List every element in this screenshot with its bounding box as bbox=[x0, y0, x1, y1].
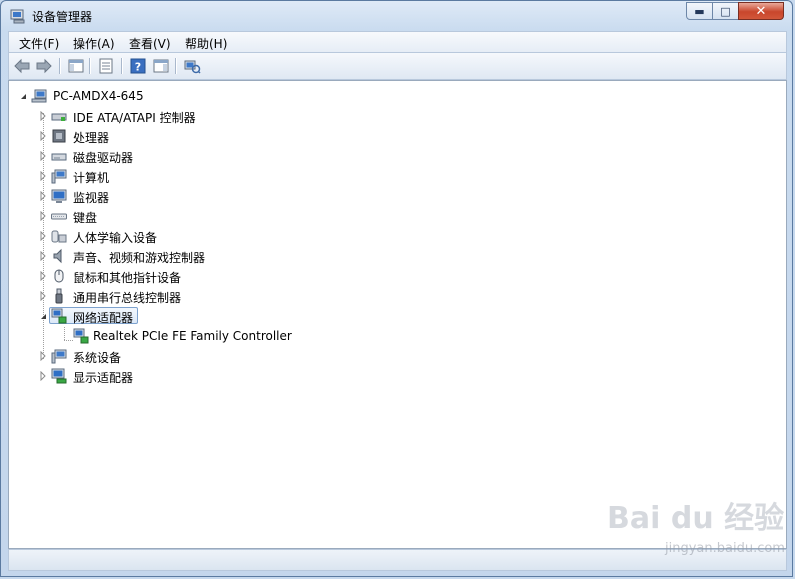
collapse-triangle-icon[interactable] bbox=[39, 311, 47, 321]
toolbar-separator bbox=[175, 58, 177, 74]
device-tree-pane[interactable]: PC-AMDX4-645 IDE ATA/ATAPI 控制器 处理器 磁盘驱动器… bbox=[8, 80, 787, 549]
forward-arrow-icon[interactable] bbox=[35, 57, 53, 75]
tree-node-mouse[interactable]: 鼠标和其他指针设备 bbox=[37, 267, 257, 285]
expand-triangle-icon[interactable] bbox=[39, 271, 47, 281]
title-bar[interactable]: 设备管理器 ▬ □ ✕ bbox=[1, 1, 792, 31]
usb-icon bbox=[55, 288, 63, 304]
tree-node-label: 网络适配器 bbox=[73, 311, 134, 325]
tree-node-label: 系统设备 bbox=[73, 351, 122, 365]
tree-node-label: 监视器 bbox=[73, 191, 110, 205]
svg-text:?: ? bbox=[135, 61, 141, 74]
expand-triangle-icon[interactable] bbox=[39, 251, 47, 261]
baidu-watermark-url: jingyan.baidu.com bbox=[665, 541, 785, 556]
tree-node-label: 处理器 bbox=[73, 131, 110, 145]
tree-root-node[interactable]: PC-AMDX4-645 bbox=[17, 87, 217, 105]
expand-triangle-icon[interactable] bbox=[39, 351, 47, 361]
tree-node-label: 通用串行总线控制器 bbox=[73, 291, 182, 305]
ide-controller-icon bbox=[51, 113, 67, 121]
tree-node-hid[interactable]: 人体学输入设备 bbox=[37, 227, 237, 245]
mouse-icon bbox=[54, 269, 64, 283]
network-adapter-icon bbox=[51, 308, 67, 324]
close-button[interactable]: ✕ bbox=[738, 2, 784, 20]
tree-node-disk-drive[interactable]: 磁盘驱动器 bbox=[37, 147, 237, 165]
expand-triangle-icon[interactable] bbox=[39, 291, 47, 301]
properties-icon[interactable] bbox=[97, 57, 115, 75]
menu-file[interactable]: 文件(F) bbox=[19, 35, 59, 52]
tree-node-label: 计算机 bbox=[73, 171, 110, 185]
tree-node-network-adapter[interactable]: 网络适配器 bbox=[37, 307, 157, 325]
menu-action[interactable]: 操作(A) bbox=[73, 35, 115, 52]
toolbar: ? bbox=[8, 53, 787, 80]
maximize-button[interactable]: □ bbox=[712, 2, 739, 20]
tree-guide-line bbox=[64, 340, 73, 341]
collapse-triangle-icon[interactable] bbox=[19, 91, 27, 101]
tree-node-label: 人体学输入设备 bbox=[73, 231, 158, 245]
processor-icon bbox=[52, 129, 66, 143]
speaker-icon bbox=[53, 248, 62, 264]
tree-node-label: IDE ATA/ATAPI 控制器 bbox=[73, 111, 196, 125]
minimize-button[interactable]: ▬ bbox=[686, 2, 713, 20]
tree-node-label: 键盘 bbox=[73, 211, 98, 225]
device-manager-app-icon bbox=[10, 9, 25, 24]
expand-triangle-icon[interactable] bbox=[39, 211, 47, 221]
hid-icon bbox=[51, 230, 67, 243]
tree-node-label: 显示适配器 bbox=[73, 371, 134, 385]
tree-node-processor[interactable]: 处理器 bbox=[37, 127, 237, 145]
system-device-icon bbox=[51, 349, 67, 364]
tree-node-label: 鼠标和其他指针设备 bbox=[73, 271, 182, 285]
network-adapter-icon bbox=[73, 328, 89, 344]
tree-node-ide-controller[interactable]: IDE ATA/ATAPI 控制器 bbox=[37, 107, 277, 125]
toolbar-separator bbox=[59, 58, 61, 74]
menu-help[interactable]: 帮助(H) bbox=[185, 35, 227, 52]
tree-node-label: 磁盘驱动器 bbox=[73, 151, 134, 165]
tree-node-sound-video-game[interactable]: 声音、视频和游戏控制器 bbox=[37, 247, 257, 265]
tree-node-keyboard[interactable]: 键盘 bbox=[37, 207, 237, 225]
help-icon[interactable]: ? bbox=[129, 57, 147, 75]
keyboard-icon bbox=[51, 213, 67, 220]
expand-triangle-icon[interactable] bbox=[39, 231, 47, 241]
tree-node-realtek-controller[interactable]: Realtek PCIe FE Family Controller bbox=[73, 327, 333, 345]
monitor-icon bbox=[51, 189, 67, 203]
tree-node-label: Realtek PCIe FE Family Controller bbox=[93, 329, 292, 343]
computer-icon bbox=[51, 169, 67, 184]
expand-triangle-icon[interactable] bbox=[39, 151, 47, 161]
tree-guide-line bbox=[64, 327, 65, 340]
tree-root-label: PC-AMDX4-645 bbox=[53, 89, 144, 103]
device-manager-window: 设备管理器 ▬ □ ✕ 文件(F) 操作(A) 查看(V) 帮助(H) ? PC… bbox=[0, 0, 793, 577]
menu-view[interactable]: 查看(V) bbox=[129, 35, 171, 52]
tree-node-usb[interactable]: 通用串行总线控制器 bbox=[37, 287, 257, 305]
disk-drive-icon bbox=[51, 153, 67, 161]
tree-node-computer[interactable]: 计算机 bbox=[37, 167, 237, 185]
tree-node-monitor[interactable]: 监视器 bbox=[37, 187, 237, 205]
computer-icon bbox=[31, 89, 47, 103]
expand-triangle-icon[interactable] bbox=[39, 111, 47, 121]
expand-triangle-icon[interactable] bbox=[39, 371, 47, 381]
tree-node-label: 声音、视频和游戏控制器 bbox=[73, 251, 206, 265]
back-arrow-icon[interactable] bbox=[13, 57, 31, 75]
menu-bar: 文件(F) 操作(A) 查看(V) 帮助(H) bbox=[8, 31, 787, 53]
baidu-watermark: Bai du 经验 bbox=[607, 501, 785, 536]
toolbar-separator bbox=[89, 58, 91, 74]
toolbar-separator bbox=[121, 58, 123, 74]
expand-triangle-icon[interactable] bbox=[39, 191, 47, 201]
show-action-pane-icon[interactable] bbox=[152, 57, 170, 75]
tree-node-display-adapter[interactable]: 显示适配器 bbox=[37, 367, 237, 385]
display-adapter-icon bbox=[51, 368, 67, 384]
tree-node-system-devices[interactable]: 系统设备 bbox=[37, 347, 237, 365]
show-hide-console-tree-icon[interactable] bbox=[67, 57, 85, 75]
scan-hardware-changes-icon[interactable] bbox=[183, 57, 201, 75]
window-title: 设备管理器 bbox=[32, 10, 93, 24]
expand-triangle-icon[interactable] bbox=[39, 131, 47, 141]
expand-triangle-icon[interactable] bbox=[39, 171, 47, 181]
